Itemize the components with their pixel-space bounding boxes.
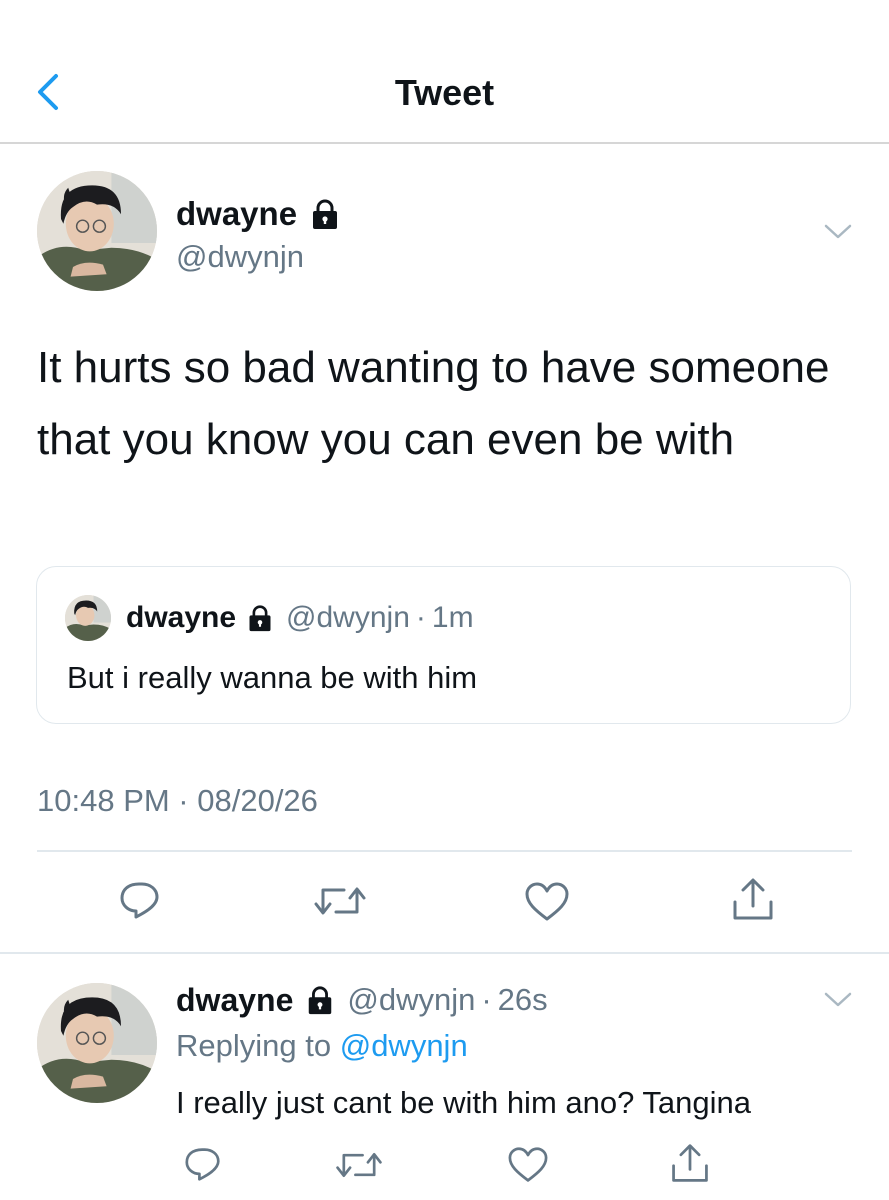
share-icon [733, 878, 773, 920]
reply-header: dwayne @dwynjn · 26s [176, 980, 548, 1020]
handle[interactable]: @dwynjn [176, 238, 304, 276]
avatar-photo [37, 171, 157, 291]
tweet-text: It hurts so bad wanting to have someone … [37, 343, 830, 464]
more-options-button[interactable] [822, 220, 854, 244]
retweet-button[interactable] [312, 882, 368, 920]
reply-button[interactable] [118, 880, 162, 920]
display-name[interactable]: dwayne [176, 195, 297, 233]
reply-share-button[interactable] [668, 1142, 712, 1184]
share-icon [672, 1144, 708, 1182]
lock-icon [309, 198, 341, 230]
divider [37, 850, 852, 852]
chevron-down-icon [824, 224, 852, 239]
reply-reply-button[interactable] [183, 1146, 223, 1182]
avatar-photo [65, 595, 111, 641]
reply-time: 26s [497, 982, 548, 1017]
quote-time: 1m [431, 601, 474, 634]
heart-icon [525, 882, 569, 921]
quote-header: dwayne @dwynjn · 1m [126, 600, 474, 636]
reply-more-options-button[interactable] [822, 988, 854, 1012]
replying-to-line: Replying to @dwynjn [176, 1026, 468, 1066]
retweet-icon [336, 1152, 382, 1178]
quote-tweet-card[interactable] [36, 566, 851, 724]
avatar-photo [37, 983, 157, 1103]
lock-icon [246, 604, 274, 632]
reply-handle[interactable]: @dwynjn [347, 982, 475, 1018]
replying-to-link[interactable]: @dwynjn [340, 1028, 468, 1063]
reply-text: I really just cant be with him ano? Tang… [176, 1085, 751, 1120]
share-button[interactable] [729, 876, 777, 922]
quote-display-name: dwayne [126, 601, 237, 634]
reply-avatar[interactable] [37, 983, 157, 1103]
reply-retweet-button[interactable] [334, 1148, 384, 1182]
chevron-down-icon [824, 992, 852, 1007]
quote-separator: · [415, 601, 426, 634]
avatar[interactable] [37, 171, 157, 291]
like-button[interactable] [523, 881, 571, 923]
reply-like-button[interactable] [506, 1146, 550, 1184]
replying-to-label: Replying to [176, 1028, 332, 1063]
tweet-timestamp: 10:48 PM · 08/20/26 [37, 783, 318, 818]
reply-display-name[interactable]: dwayne [176, 982, 293, 1019]
lock-icon [305, 985, 335, 1015]
heart-icon [508, 1147, 548, 1182]
retweet-icon [314, 887, 366, 915]
quote-text: But i really wanna be with him [67, 660, 478, 695]
quote-handle: @dwynjn [286, 601, 410, 634]
quote-avatar [65, 595, 111, 641]
author-name-row: dwayne [176, 194, 341, 234]
reply-icon [185, 1148, 220, 1181]
page-title: Tweet [394, 72, 495, 113]
header-divider [0, 142, 889, 144]
reply-separator: · [481, 982, 492, 1017]
reply-icon [120, 882, 159, 919]
section-divider [0, 952, 889, 954]
